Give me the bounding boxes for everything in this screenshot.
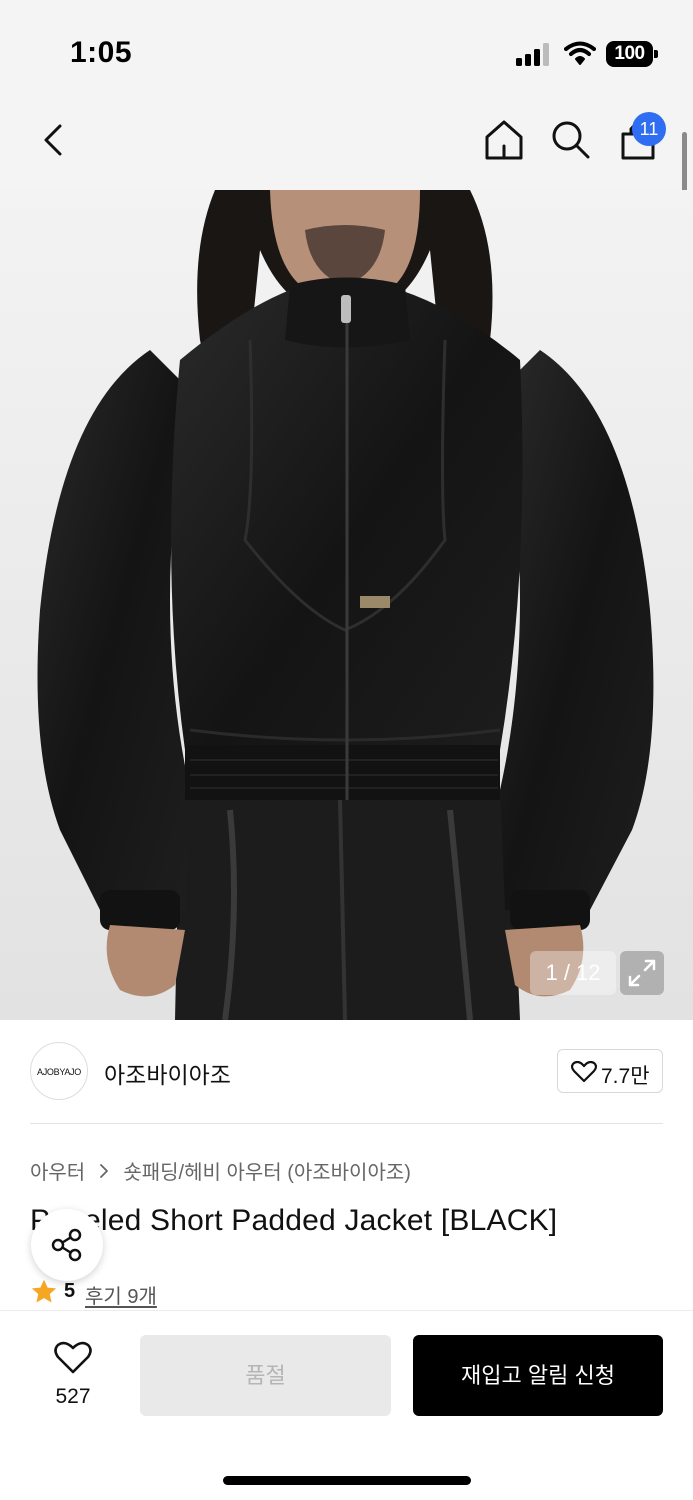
wishlist-button[interactable]: 527 bbox=[30, 1333, 116, 1413]
wifi-icon bbox=[564, 41, 596, 65]
cart-count-badge: 11 bbox=[632, 112, 666, 146]
review-link[interactable]: 후기 9개 bbox=[85, 1280, 157, 1309]
share-icon bbox=[51, 1228, 82, 1262]
star-icon bbox=[31, 1279, 57, 1303]
wishlist-count: 527 bbox=[55, 1385, 91, 1408]
breadcrumb-subcategory[interactable]: 숏패딩/헤비 아우터 (아조바이아조) bbox=[123, 1156, 411, 1185]
product-title: Paneled Short Padded Jacket [BLACK] bbox=[30, 1204, 558, 1237]
brand-row[interactable]: AJOBYAJO 아조바이아조 7.7만 bbox=[30, 1040, 663, 1102]
breadcrumb-category[interactable]: 아우터 bbox=[30, 1156, 85, 1185]
status-bar: 1:05 100 bbox=[0, 0, 693, 100]
divider bbox=[30, 1123, 663, 1124]
restock-alert-button[interactable]: 재입고 알림 신청 bbox=[413, 1335, 663, 1416]
status-time: 1:05 bbox=[70, 36, 133, 69]
soldout-button[interactable]: 품절 bbox=[140, 1335, 391, 1416]
brand-like-button[interactable]: 7.7만 bbox=[557, 1049, 663, 1093]
back-chevron-icon[interactable] bbox=[36, 120, 72, 160]
brand-like-count: 7.7만 bbox=[601, 1065, 650, 1088]
expand-icon bbox=[628, 959, 656, 987]
brand-logo[interactable]: AJOBYAJO bbox=[30, 1042, 88, 1100]
nav-bar bbox=[0, 100, 693, 190]
brand-name[interactable]: 아조바이아조 bbox=[104, 1056, 231, 1090]
chevron-right-icon bbox=[99, 1162, 109, 1185]
breadcrumb: 아우터 숏패딩/헤비 아우터 (아조바이아조) bbox=[30, 1156, 411, 1185]
cellular-signal-icon bbox=[516, 42, 552, 66]
battery-indicator: 100 bbox=[606, 41, 658, 67]
home-icon[interactable] bbox=[482, 118, 526, 162]
search-icon[interactable] bbox=[550, 118, 592, 162]
heart-icon bbox=[571, 1061, 597, 1083]
bottom-action-bar: 527 품절 재입고 알림 신청 bbox=[0, 1310, 693, 1500]
product-photo-illustration bbox=[37, 190, 654, 1020]
product-image[interactable] bbox=[0, 190, 693, 1020]
battery-level: 100 bbox=[606, 41, 653, 67]
home-indicator bbox=[223, 1476, 471, 1485]
heart-icon bbox=[54, 1341, 92, 1374]
expand-button[interactable] bbox=[620, 951, 664, 995]
share-button[interactable] bbox=[31, 1209, 103, 1281]
image-counter: 1 / 12 bbox=[530, 951, 616, 995]
rating-value: 5 bbox=[64, 1280, 76, 1302]
